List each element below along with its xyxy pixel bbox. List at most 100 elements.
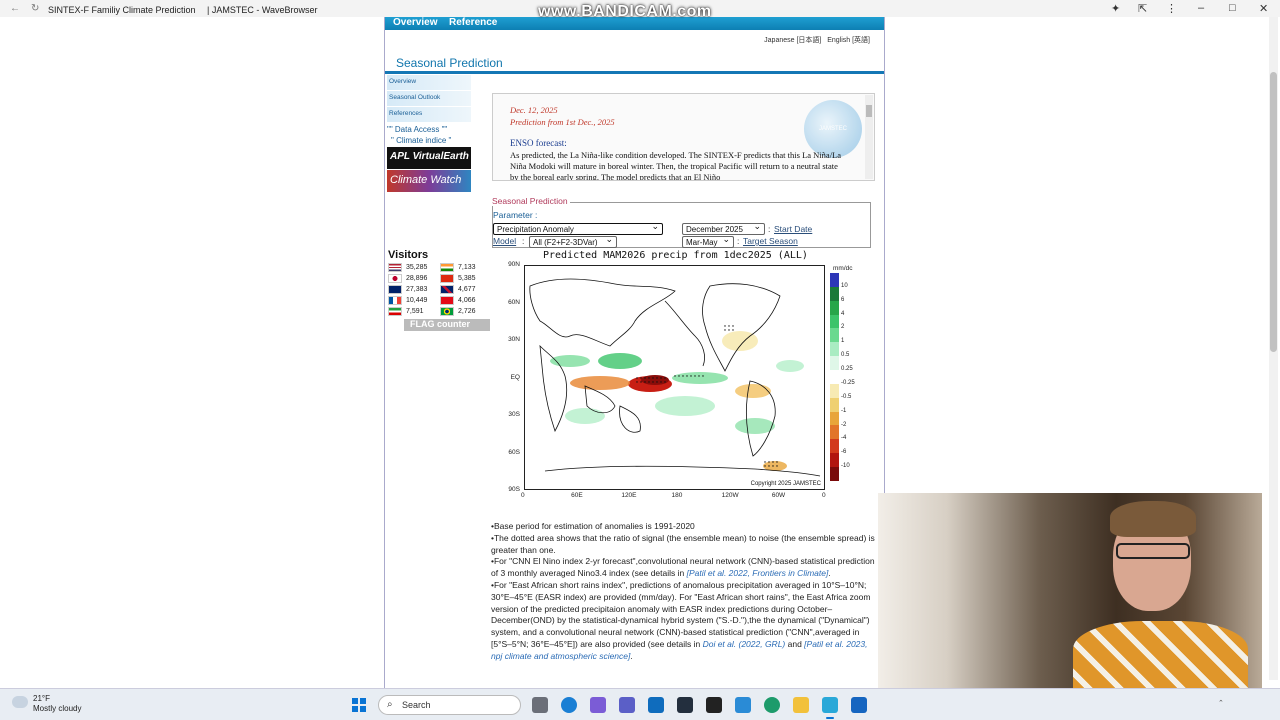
colorbar-label: -6: [841, 449, 847, 456]
news-date: Dec. 12, 2025 Prediction from 1st Dec., …: [510, 104, 615, 128]
visitor-count-value: 28,896: [406, 275, 428, 282]
flag-jp-icon: [388, 274, 402, 283]
visitor-count-value: 4,066: [458, 297, 476, 304]
nav-reference[interactable]: Reference: [449, 17, 497, 28]
virtual-earth-banner[interactable]: APL VirtualEarth: [387, 147, 471, 169]
weather-widget[interactable]: 21°F Mostly cloudy: [12, 694, 81, 714]
close-icon[interactable]: ✕: [1259, 2, 1268, 15]
terminal-icon[interactable]: [706, 697, 722, 713]
patil-2022-link[interactable]: [Patil et al. 2022, Frontiers in Climate…: [687, 568, 829, 578]
extensions-icon[interactable]: ✦: [1111, 2, 1120, 15]
colorbar-label: -10: [841, 463, 850, 470]
taskbar-search[interactable]: ⌕ Search: [378, 695, 521, 715]
lang-japanese[interactable]: Japanese [日本語]: [764, 37, 821, 44]
parameter-select[interactable]: Precipitation Anomaly: [493, 221, 663, 235]
minimize-icon[interactable]: –: [1198, 2, 1204, 14]
sidebar-item-overview[interactable]: Overview: [387, 75, 471, 90]
map-lat-tick: 60N: [508, 298, 520, 306]
menu-icon[interactable]: ⋮: [1166, 2, 1177, 15]
recorder-watermark: www.BANDICAM.com: [538, 3, 712, 20]
file-explorer-icon[interactable]: [793, 697, 809, 713]
reload-icon[interactable]: ↻: [31, 3, 39, 14]
system-tray[interactable]: ⌃: [1218, 699, 1224, 707]
data-access-link[interactable]: "" Data Access "": [387, 124, 451, 135]
parameter-label: Parameter :: [493, 210, 538, 220]
taskbar: 21°F Mostly cloudy ⌕ Search ⌃: [0, 688, 1280, 720]
visitor-count-value: 7,133: [458, 264, 476, 271]
map-lat-tick: EQ: [510, 373, 520, 381]
map-title: Predicted MAM2026 precip from 1dec2025 (…: [543, 250, 808, 261]
seasonal-prediction-form: Seasonal Prediction Parameter : Precipit…: [492, 196, 871, 248]
maximize-icon[interactable]: □: [1229, 2, 1236, 14]
colorbar-segment: [830, 286, 839, 301]
visitor-count-value: 5,385: [458, 275, 476, 282]
flag-tr-icon: [440, 296, 454, 305]
flag-ir-icon: [388, 307, 402, 316]
store-icon[interactable]: [735, 697, 751, 713]
news-prediction-from: Prediction from 1st Dec., 2025: [510, 117, 615, 127]
colorbar-segment: [830, 273, 839, 287]
note-cnn-el-nino: •For "CNN El Nino index 2-yr forecast",c…: [491, 556, 875, 579]
flag-cn-icon: [440, 274, 454, 283]
model-colon: :: [522, 236, 525, 246]
map-lat-tick: 30N: [508, 336, 520, 343]
doi-2022-link[interactable]: Doi et al. (2022, GRL): [703, 639, 786, 649]
edge-icon[interactable]: [561, 697, 577, 713]
map-svg: [525, 266, 824, 489]
colorbar-segment: [830, 356, 839, 371]
target-season-label[interactable]: Target Season: [743, 236, 798, 246]
sidebar-item-references[interactable]: References: [387, 107, 471, 122]
colorbar-label: 1: [841, 338, 845, 345]
visitor-count-tr: 4,066: [440, 296, 492, 305]
map-copyright: Copyright 2025 JAMSTEC: [750, 481, 821, 487]
flag-au-icon: [388, 285, 402, 294]
window-title: SINTEX-F Familiy Climate Prediction | JA…: [48, 5, 318, 15]
climate-watch-banner[interactable]: Climate Watch: [387, 170, 471, 192]
webcam-shirt: [1073, 621, 1248, 688]
side-menu: Overview Seasonal Outlook References: [387, 75, 471, 123]
model-select[interactable]: All (F2+F2-3DVar): [529, 234, 617, 248]
wavebrowser-icon[interactable]: [822, 697, 838, 719]
start-date-label[interactable]: Start Date: [774, 224, 812, 234]
colorbar-label: -2: [841, 421, 847, 428]
sidebar-item-seasonal-outlook[interactable]: Seasonal Outlook: [387, 91, 471, 106]
news-scrollbar[interactable]: [865, 95, 873, 179]
visitor-count-gb: 4,677: [440, 285, 492, 294]
share-icon[interactable]: ⇱: [1138, 2, 1147, 15]
colorbar-segment: [830, 314, 839, 329]
dropbox-icon[interactable]: [851, 697, 867, 713]
colorbar-segment: [830, 439, 839, 454]
windows-start-icon[interactable]: [352, 698, 366, 712]
colorbar-label: 0.25: [841, 366, 853, 373]
form-legend: Seasonal Prediction: [492, 196, 570, 206]
visitor-grid: 35,285 7,133 28,896 5,385 27,383 4,677 10,449 4…: [388, 263, 492, 316]
scrollbar-thumb[interactable]: [1270, 72, 1277, 352]
browser-icon[interactable]: [764, 697, 780, 713]
map-lon-tick: 0: [521, 492, 525, 499]
back-icon[interactable]: ←: [10, 3, 20, 14]
climate-indice-link[interactable]: " Climate indice ": [391, 135, 451, 146]
visitor-count-in: 7,133: [440, 263, 492, 272]
amazon-icon[interactable]: [677, 697, 693, 713]
copilot-icon[interactable]: [590, 697, 606, 713]
visitor-count-au: 27,383: [388, 285, 440, 294]
teams-icon[interactable]: [619, 697, 635, 713]
target-season-select[interactable]: Mar-May: [682, 234, 734, 248]
flag-br-icon: [440, 307, 454, 316]
task-view-icon[interactable]: [532, 697, 548, 713]
visitor-count-value: 10,449: [406, 297, 428, 304]
outlook-icon[interactable]: [648, 697, 664, 713]
nav-overview[interactable]: Overview: [393, 17, 437, 28]
flag-counter-logo[interactable]: FLAG counter: [404, 319, 490, 331]
target-season-colon: :: [737, 236, 740, 246]
news-date-text: Dec. 12, 2025: [510, 105, 558, 115]
colorbar-unit: mm/dc: [833, 265, 853, 272]
page-scrollbar[interactable]: [1269, 17, 1278, 680]
map-lon-tick: 0: [822, 492, 826, 499]
map-lat-tick: 60S: [508, 448, 520, 456]
search-icon: ⌕: [387, 699, 393, 710]
lang-english[interactable]: English [英語]: [827, 37, 870, 44]
visitors-title: Visitors: [388, 249, 429, 261]
model-label[interactable]: Model: [493, 236, 516, 246]
colorbar-segment: [830, 328, 839, 343]
